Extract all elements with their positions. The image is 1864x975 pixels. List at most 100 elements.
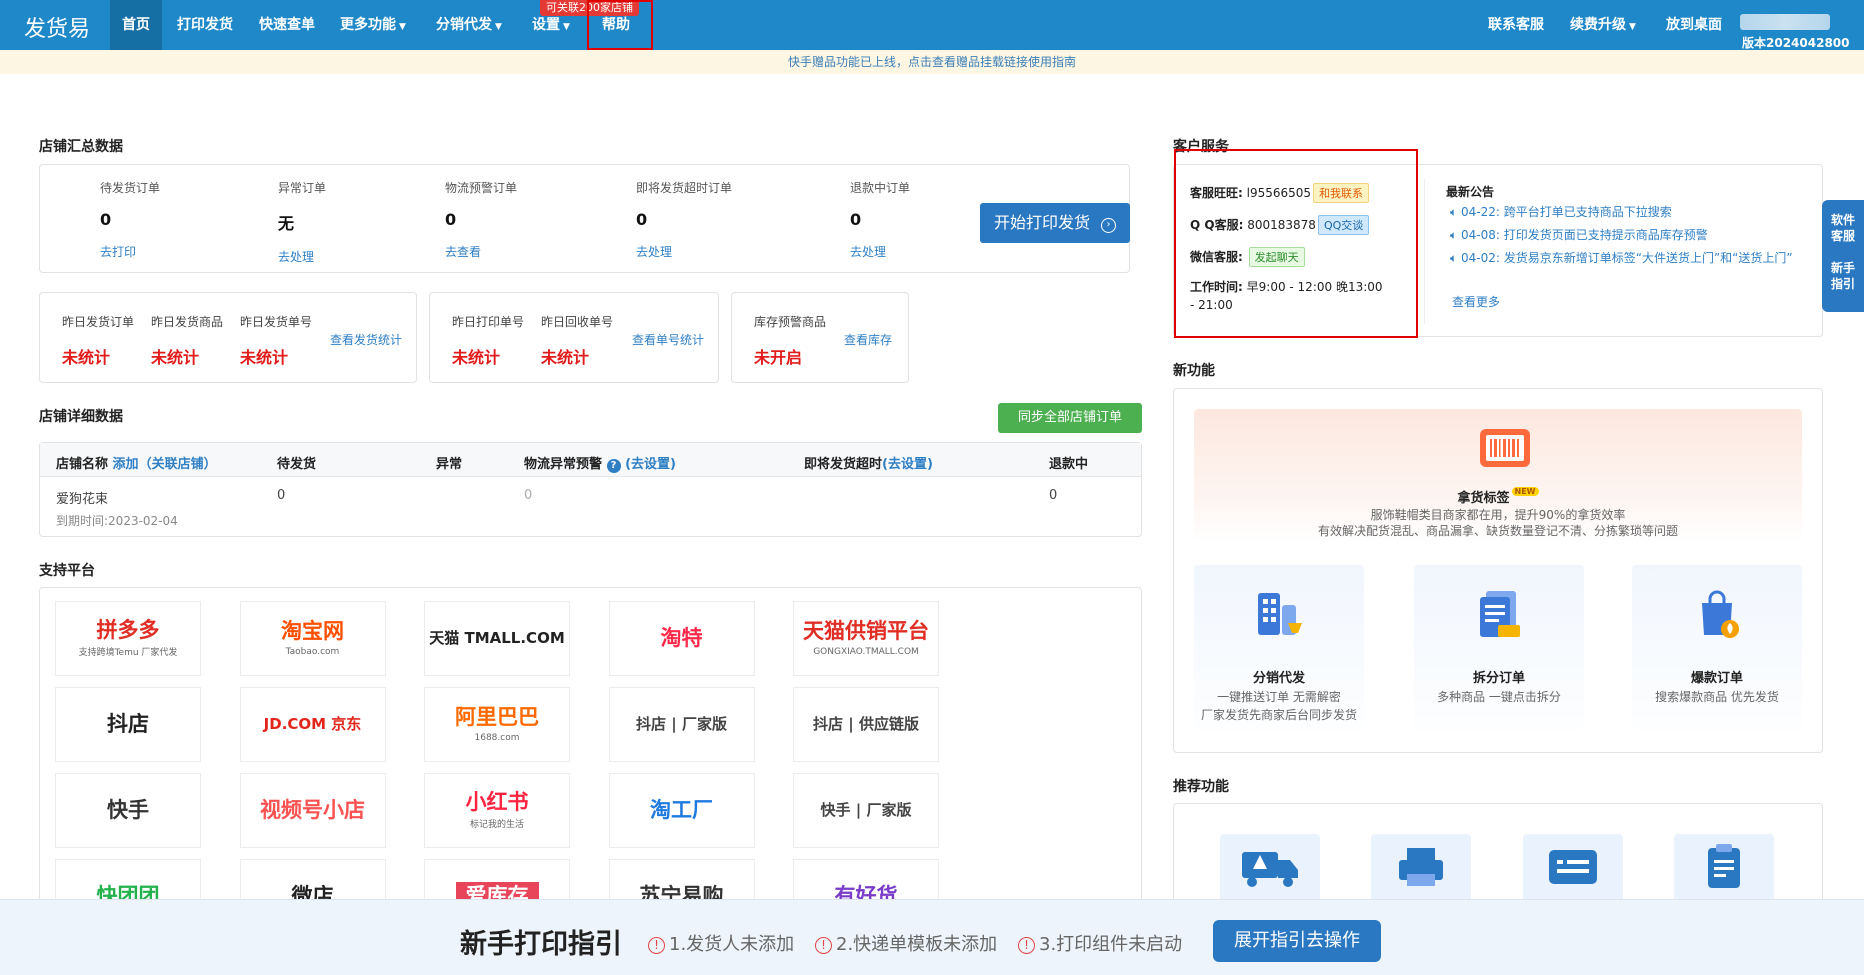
col-logistics-label: 物流异常预警: [524, 457, 603, 472]
platform-tile[interactable]: 抖店 | 供应链版: [793, 687, 939, 762]
stat-action-link[interactable]: 去处理: [636, 243, 732, 260]
detail-table: 店铺名称 添加（关联店铺） 待发货 异常 物流异常预警 ? (去设置) 即将发货…: [39, 442, 1142, 537]
guide-step[interactable]: ! 3.打印组件未启动: [1018, 930, 1182, 956]
stock-card: 库存预警商品 未开启 查看库存: [731, 292, 909, 383]
feature-desc-line: 多种商品 一键点击拆分: [1437, 690, 1561, 704]
platform-logo: 抖店 | 厂家版: [636, 716, 727, 733]
announce-text[interactable]: 04-02: 发货易京东新增订单标签“大件送货上门”和“送货上门”: [1461, 251, 1793, 265]
platform-tile[interactable]: 淘特: [608, 601, 755, 676]
nav-contact-support[interactable]: 联系客服: [1488, 0, 1544, 50]
guide-step[interactable]: ! 2.快递单模板未添加: [815, 930, 997, 956]
stat-action-link[interactable]: 去查看: [445, 243, 517, 260]
platform-tile[interactable]: 拼多多 支持跨境Temu 厂家代发: [55, 601, 201, 676]
view-number-stats-link[interactable]: 查看单号统计: [632, 331, 704, 348]
platform-name: 抖店: [107, 711, 149, 736]
platform-tile[interactable]: 快手 | 厂家版: [793, 773, 939, 848]
platform-subtitle: 标记我的生活: [469, 820, 524, 831]
announce-text[interactable]: 04-22: 跨平台打单已支持商品下拉搜索: [1461, 205, 1672, 219]
notice-text[interactable]: 快手赠品功能已上线，点击查看赠品挂载链接使用指南: [788, 55, 1076, 69]
platform-tile[interactable]: 淘工厂: [608, 773, 755, 848]
link-shop-link[interactable]: （关联店铺）: [139, 457, 217, 472]
platform-logo: 天猫 TMALL.COM: [429, 630, 565, 647]
recommend-item-printer[interactable]: [1371, 834, 1471, 904]
feature-distribution[interactable]: 分销代发 一键推送订单 无需解密 厂家发货先商家后台同步发货: [1194, 565, 1364, 730]
feature-desc-line: 一键推送订单 无需解密: [1217, 690, 1341, 704]
support-tab-line2[interactable]: 新手指引: [1829, 260, 1857, 292]
nav-renew-upgrade-label: 续费升级: [1570, 17, 1626, 33]
view-ship-stats-link[interactable]: 查看发货统计: [330, 331, 402, 348]
start-print-label: 开始打印发货: [993, 213, 1090, 232]
nav-distribution[interactable]: 分销代发 ▼: [424, 0, 514, 50]
platform-tile[interactable]: 视频号小店: [239, 773, 386, 848]
nav-quick-search[interactable]: 快速查单: [247, 0, 327, 50]
platform-name: 天猫 TMALL.COM: [429, 629, 565, 647]
recommend-item-clipboard[interactable]: [1674, 834, 1774, 904]
mini-label: 昨日回收单号: [541, 315, 614, 329]
notice-bar[interactable]: 快手赠品功能已上线，点击查看赠品挂载链接使用指南: [0, 50, 1864, 74]
clipboard-icon: [1708, 844, 1740, 888]
guide-step[interactable]: ! 1.发货人未添加: [648, 930, 794, 956]
recommend-item-card[interactable]: [1523, 834, 1623, 904]
platform-logo: 抖店 | 供应链版: [813, 716, 919, 733]
start-print-button[interactable]: 开始打印发货 ›: [980, 203, 1130, 243]
feature-hot-order[interactable]: 爆款订单 搜索爆款商品 优先发货: [1632, 565, 1802, 730]
announce-text[interactable]: 04-08: 打印发货页面已支持提示商品库存预警: [1461, 228, 1708, 242]
announce-item[interactable]: 🔈︎ 04-08: 打印发货页面已支持提示商品库存预警: [1450, 226, 1806, 244]
stat-abnormal: 异常订单 无 去处理: [278, 179, 326, 265]
floating-support-tab[interactable]: 软件客服 新手指引: [1822, 200, 1864, 312]
nav-more-features[interactable]: 更多功能 ▼: [328, 0, 418, 50]
view-stock-link[interactable]: 查看库存: [844, 331, 892, 348]
nav-add-to-desktop[interactable]: 放到桌面: [1666, 0, 1722, 50]
announce-more-link[interactable]: 查看更多: [1452, 293, 1500, 311]
hero-banner[interactable]: 拿货标签 NEW 服饰鞋帽类目商家都在用，提升90%的拿货效率 有效解决配货混乱、…: [1194, 409, 1802, 542]
yesterday-ship-card: 昨日发货订单 未统计 昨日发货商品 未统计 昨日发货单号 未统计 查看发货统计: [39, 292, 417, 383]
sync-orders-button[interactable]: 同步全部店铺订单: [998, 403, 1142, 433]
platform-tile[interactable]: JD.COM 京东: [239, 687, 386, 762]
app-logo[interactable]: 发货易: [24, 11, 90, 43]
nav-print-ship[interactable]: 打印发货: [165, 0, 245, 50]
col-timeout-label: 即将发货超时: [804, 457, 883, 472]
guide-step-text[interactable]: 2.快递单模板未添加: [836, 934, 997, 955]
platform-logo: 天猫供销平台 GONGXIAO.TMALL.COM: [803, 620, 929, 657]
stat-logistics: 物流预警订单 0 去查看: [445, 179, 517, 260]
expand-guide-button[interactable]: 展开指引去操作: [1213, 920, 1381, 962]
barcode-tag-icon: [1480, 429, 1530, 467]
platform-tile[interactable]: 抖店 | 厂家版: [608, 687, 755, 762]
hero-title-text: 拿货标签: [1457, 491, 1510, 506]
help-icon[interactable]: ?: [606, 459, 621, 473]
platform-tile[interactable]: 小红书 标记我的生活: [424, 773, 570, 848]
feature-split-order[interactable]: 拆分订单 多种商品 一键点击拆分: [1414, 565, 1584, 730]
mini-value: 未统计: [452, 348, 501, 367]
recommend-card: [1173, 803, 1823, 913]
nav-quick-search-label: 快速查单: [259, 17, 315, 33]
platform-name: 快手 | 厂家版: [820, 801, 912, 819]
timeout-settings-link[interactable]: (去设置): [882, 457, 933, 472]
platform-tile[interactable]: 快手: [55, 773, 201, 848]
guide-step-text[interactable]: 1.发货人未添加: [669, 934, 794, 955]
stat-action-link[interactable]: 去处理: [278, 248, 326, 265]
logistics-value: 0: [524, 488, 533, 503]
guide-step-text[interactable]: 3.打印组件未启动: [1039, 934, 1182, 955]
mini-value: 未统计: [240, 348, 289, 367]
add-shop-link[interactable]: 添加: [113, 457, 139, 472]
platform-name: 抖店 | 厂家版: [636, 715, 727, 733]
platform-tile[interactable]: 天猫供销平台 GONGXIAO.TMALL.COM: [793, 601, 939, 676]
support-tab-line1[interactable]: 软件客服: [1829, 212, 1857, 244]
stat-action-link[interactable]: 去打印: [100, 243, 160, 260]
announce-item[interactable]: 🔈︎ 04-22: 跨平台打单已支持商品下拉搜索: [1450, 203, 1806, 221]
platform-tile[interactable]: 天猫 TMALL.COM: [424, 601, 570, 676]
stat-action-link[interactable]: 去处理: [850, 243, 910, 260]
logistics-settings-link[interactable]: (去设置): [625, 457, 676, 472]
version-label: 版本2024042800: [1742, 36, 1850, 50]
nav-home[interactable]: 首页: [110, 0, 162, 50]
nav-renew-upgrade[interactable]: 续费升级 ▼: [1570, 0, 1636, 50]
mini-label: 昨日发货订单: [62, 315, 135, 329]
platform-tile[interactable]: 阿里巴巴 1688.com: [424, 687, 570, 762]
platform-logo: 视频号小店: [260, 798, 365, 822]
platform-tile[interactable]: 淘宝网 Taobao.com: [239, 601, 386, 676]
platform-tile[interactable]: 抖店: [55, 687, 201, 762]
announce-item[interactable]: 🔈︎ 04-02: 发货易京东新增订单标签“大件送货上门”和“送货上门”: [1450, 249, 1806, 267]
speaker-icon: 🔈︎: [1450, 251, 1462, 265]
recommend-item-alert-delivery[interactable]: [1220, 834, 1320, 904]
user-account-blurred[interactable]: [1740, 14, 1830, 30]
